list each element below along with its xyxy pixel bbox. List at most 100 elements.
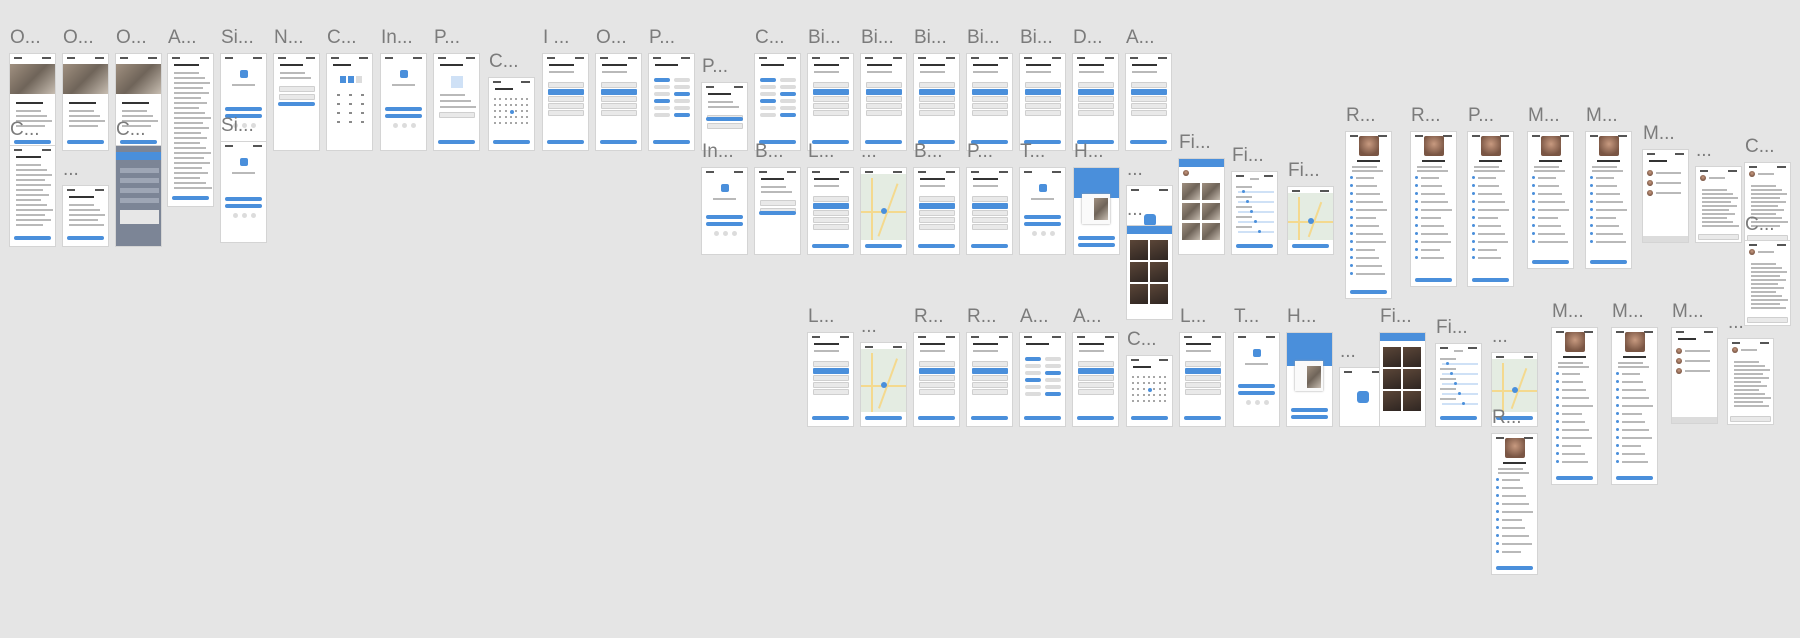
- phone-screen[interactable]: [914, 168, 959, 254]
- range-slider[interactable]: [1238, 211, 1274, 213]
- option-item[interactable]: [865, 82, 902, 88]
- artboard-frame[interactable]: ...: [1728, 313, 1773, 424]
- artboard-label[interactable]: ...: [861, 142, 877, 161]
- phone-screen[interactable]: [168, 54, 213, 206]
- option-item[interactable]: [547, 96, 584, 102]
- option-item[interactable]: [865, 103, 902, 109]
- artboard-frame[interactable]: Bi...: [861, 28, 906, 150]
- option-item[interactable]: [971, 110, 1008, 116]
- phone-screen[interactable]: [1552, 328, 1597, 484]
- artboard-label[interactable]: ...: [1340, 342, 1356, 361]
- roommate-photo[interactable]: [1383, 369, 1401, 389]
- artboard-frame[interactable]: H...: [1074, 142, 1119, 254]
- primary-button[interactable]: [224, 204, 263, 208]
- social-login-icon[interactable]: [402, 122, 407, 128]
- calendar-day[interactable]: [1147, 376, 1150, 378]
- artboard-label[interactable]: H...: [1287, 307, 1317, 326]
- phone-screen[interactable]: [1436, 344, 1481, 426]
- selected-date[interactable]: [1147, 388, 1152, 392]
- calendar-day[interactable]: [1137, 382, 1140, 384]
- primary-button[interactable]: [1077, 236, 1116, 240]
- primary-button[interactable]: [13, 236, 52, 240]
- interest-chip[interactable]: [674, 106, 690, 110]
- roommate-photo[interactable]: [1130, 262, 1148, 282]
- phone-screen[interactable]: [434, 54, 479, 150]
- option-item[interactable]: [1024, 89, 1061, 95]
- option-item[interactable]: [1077, 382, 1114, 388]
- artboard-frame[interactable]: O...: [63, 28, 108, 150]
- social-login-icon[interactable]: [714, 231, 719, 237]
- calendar-day[interactable]: [1158, 400, 1161, 402]
- option-item[interactable]: [812, 389, 849, 395]
- option-item[interactable]: [600, 82, 637, 88]
- phone-screen[interactable]: [1380, 333, 1425, 426]
- keypad-key[interactable]: [349, 94, 352, 96]
- artboard-label[interactable]: Fi...: [1288, 161, 1320, 180]
- interest-chip[interactable]: [780, 78, 796, 82]
- phone-screen[interactable]: [808, 333, 853, 426]
- interest-chip[interactable]: [674, 85, 690, 89]
- phone-screen[interactable]: [808, 54, 853, 150]
- listing-photo[interactable]: [1202, 223, 1220, 240]
- artboard-label[interactable]: M...: [1552, 302, 1584, 321]
- option-item[interactable]: [547, 82, 584, 88]
- artboard-frame[interactable]: R...: [914, 307, 959, 426]
- artboard-label[interactable]: C...: [755, 28, 785, 47]
- option-item[interactable]: [812, 361, 849, 367]
- range-slider[interactable]: [1442, 383, 1478, 385]
- option-item[interactable]: [1184, 375, 1221, 381]
- option-item[interactable]: [971, 361, 1008, 367]
- option-item[interactable]: [918, 224, 955, 230]
- artboard-frame[interactable]: ...: [63, 160, 108, 246]
- artboard-label[interactable]: M...: [1586, 106, 1618, 125]
- option-item[interactable]: [971, 368, 1008, 374]
- primary-button[interactable]: [1471, 278, 1510, 282]
- calendar-day[interactable]: [515, 110, 518, 112]
- interest-chip[interactable]: [760, 113, 776, 117]
- artboard-label[interactable]: M...: [1612, 302, 1644, 321]
- map-view[interactable]: [861, 174, 906, 240]
- calendar-day[interactable]: [520, 104, 523, 106]
- interest-chip[interactable]: [1045, 392, 1061, 396]
- social-login-icon[interactable]: [233, 213, 238, 218]
- calendar-day[interactable]: [1132, 400, 1134, 402]
- option-item[interactable]: [1184, 389, 1221, 395]
- primary-button[interactable]: [224, 197, 263, 201]
- artboard-label[interactable]: R...: [1492, 408, 1522, 427]
- primary-button[interactable]: [1076, 416, 1115, 420]
- option-item[interactable]: [971, 96, 1008, 102]
- option-item[interactable]: [918, 89, 955, 95]
- phone-screen[interactable]: [1346, 132, 1391, 298]
- artboard-label[interactable]: C...: [1745, 137, 1775, 156]
- artboard-label[interactable]: In...: [381, 28, 413, 47]
- option-item[interactable]: [1130, 103, 1167, 109]
- artboard-frame[interactable]: T...: [1234, 307, 1279, 426]
- artboard-label[interactable]: ...: [63, 160, 79, 179]
- option-item[interactable]: [918, 210, 955, 216]
- artboard-frame[interactable]: C...: [489, 52, 534, 150]
- artboard-label[interactable]: Si...: [221, 116, 254, 135]
- artboard-frame[interactable]: Fi...: [1380, 307, 1425, 426]
- phone-screen[interactable]: [274, 54, 319, 150]
- interest-chip[interactable]: [760, 106, 776, 110]
- phone-screen[interactable]: [967, 333, 1012, 426]
- primary-button[interactable]: [277, 102, 316, 106]
- calendar-day[interactable]: [1132, 376, 1134, 378]
- range-slider[interactable]: [1442, 373, 1478, 375]
- interest-chip[interactable]: [780, 85, 796, 89]
- artboard-label[interactable]: C...: [10, 120, 40, 139]
- tab-bar[interactable]: [1672, 417, 1717, 423]
- calendar-day[interactable]: [499, 98, 502, 100]
- artboard-label[interactable]: In...: [702, 142, 734, 161]
- interest-chip[interactable]: [760, 85, 776, 89]
- option-item[interactable]: [1077, 375, 1114, 381]
- phone-screen[interactable]: [1288, 187, 1333, 254]
- interest-chip[interactable]: [654, 92, 670, 96]
- phone-screen[interactable]: [1180, 333, 1225, 426]
- option-item[interactable]: [971, 224, 1008, 230]
- artboard-frame[interactable]: Bi...: [808, 28, 853, 150]
- artboard-label[interactable]: B...: [914, 142, 943, 161]
- option-item[interactable]: [812, 103, 849, 109]
- phone-screen[interactable]: [1126, 54, 1171, 150]
- primary-button[interactable]: [758, 211, 797, 215]
